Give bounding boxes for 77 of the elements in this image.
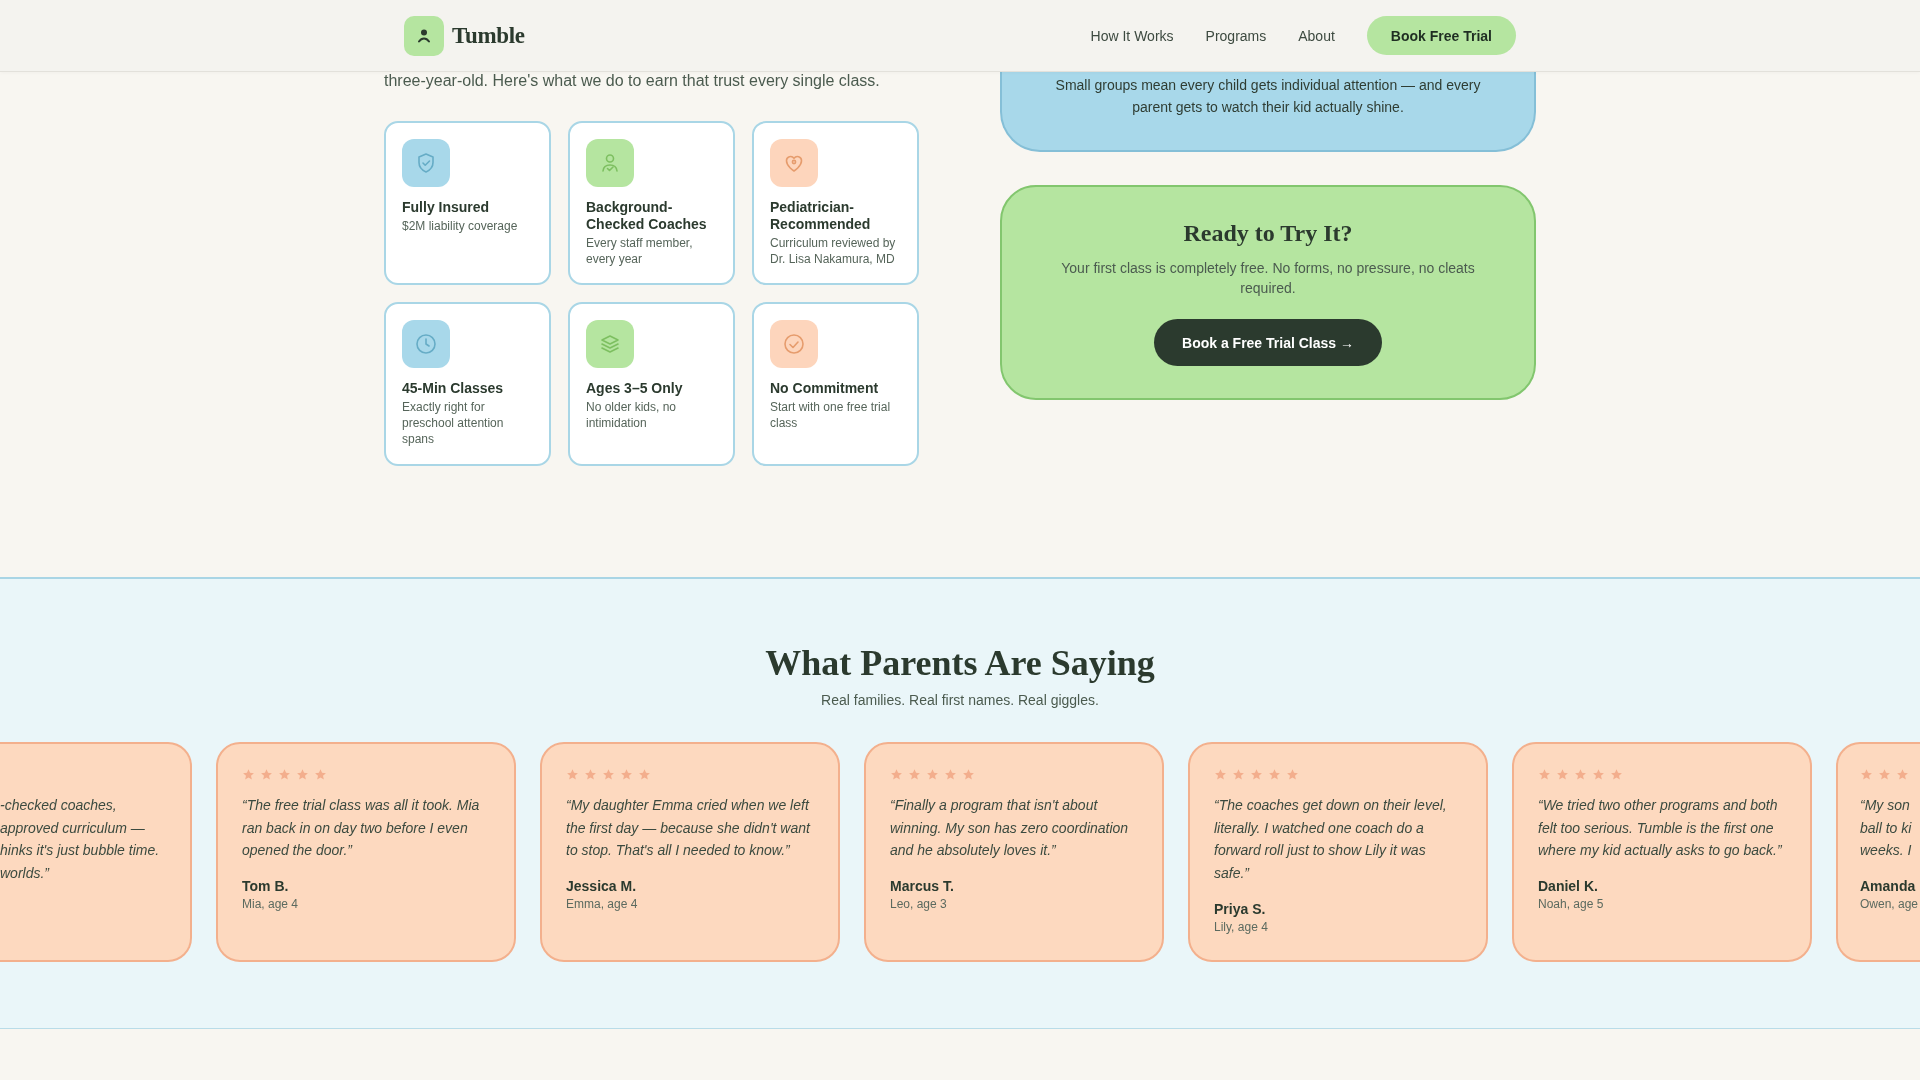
- testimonial-quote: “The coaches get down on their level, literally. I watched one coach do a forward roll just to show Lily it was safe.”: [1214, 796, 1448, 884]
- testimonial-quote: “The free trial class was all it took. Mia ran back in on day two before I even opened the door.”: [242, 796, 481, 861]
- cta-title: Ready to Try It?: [1183, 219, 1353, 248]
- feature-title: Pediatrician-Recommended: [770, 199, 872, 233]
- testimonial-quote: “We tried two other programs and both felt too serious. Tumble is the first one where my kid actually asks to go back.”: [1538, 796, 1783, 861]
- star-icon: [1575, 768, 1586, 780]
- intro-text: three-year-old. Here's what we do to earn that trust every single class.: [384, 72, 880, 90]
- child-info: Mia, age 4: [242, 896, 299, 913]
- cta-text: Your first class is completely free. No forms, no pressure, no cleats required.: [1060, 259, 1476, 298]
- person-icon: [404, 15, 444, 56]
- star-icon: [315, 768, 326, 780]
- child-info: Noah, age 5: [1538, 896, 1604, 913]
- star-icon: [243, 768, 254, 780]
- quote-fragment: hinks it's just bubble time.: [0, 841, 160, 861]
- feature-description: Every staff member, every year: [586, 235, 694, 267]
- nav-link[interactable]: Programs: [1205, 27, 1267, 44]
- nav-link[interactable]: About: [1298, 27, 1335, 44]
- star-icon: [1287, 768, 1298, 780]
- star-icon: [1897, 768, 1908, 780]
- star-icon: [1593, 768, 1604, 780]
- parent-name: Marcus T.: [890, 878, 954, 896]
- quote-fragment: worlds.”: [0, 864, 49, 884]
- quote-fragment: -checked coaches,: [0, 796, 117, 815]
- star-icon: [297, 768, 308, 780]
- feature-description: No older kids, no intimidation: [586, 399, 678, 431]
- parent-name: Priya S.: [1214, 900, 1266, 918]
- star-icon: [1611, 768, 1622, 780]
- star-icon: [1861, 768, 1872, 780]
- book-trial-button[interactable]: Book Free Trial: [1366, 16, 1516, 55]
- nav-link[interactable]: How It Works: [1090, 27, 1174, 44]
- quote-fragment: “My son: [1860, 796, 1910, 815]
- section-subtitle: Real families. Real first names. Real giggles.: [821, 691, 1099, 710]
- section-title: What Parents Are Saying: [765, 642, 1155, 685]
- feature-description: Exactly right for preschool attention spans: [402, 399, 505, 447]
- star-icon: [1269, 768, 1280, 780]
- feature-title: Fully Insured: [402, 199, 491, 216]
- star-icon: [909, 768, 920, 780]
- brand-name: Tumble: [452, 22, 525, 49]
- feature-title: Ages 3–5 Only: [586, 380, 684, 397]
- feature-description: Curriculum reviewed by Dr. Lisa Nakamura, MD: [770, 235, 897, 267]
- parent-name: Jessica M.: [566, 878, 637, 896]
- quote-fragment: ball to ki: [1860, 818, 1912, 838]
- testimonial-quote: “Finally a program that isn't about winning. My son has zero coordination and he absolutely loves it.”: [890, 796, 1130, 861]
- star-icon: [279, 768, 290, 780]
- star-icon: [1251, 768, 1262, 780]
- star-icon: [639, 768, 650, 780]
- child-info: Lily, age 4: [1214, 918, 1268, 935]
- star-icon: [1215, 768, 1226, 780]
- info-text: Small groups mean every child gets individual attention — and every parent gets to watch their kid actually shine.: [1054, 76, 1482, 117]
- testimonial-quote: “My daughter Emma cried when we left the first day — because she didn't want to stop. That's all I needed to know.”: [566, 796, 812, 861]
- star-icon: [1539, 768, 1550, 780]
- star-icon: [603, 768, 614, 780]
- star-icon: [261, 768, 272, 780]
- parent-name: Amanda: [1860, 878, 1916, 896]
- parent-name: Daniel K.: [1538, 878, 1598, 896]
- star-icon: [1879, 768, 1890, 780]
- book-class-button[interactable]: Book a Free Trial Class →: [1154, 319, 1382, 366]
- child-info: Emma, age 4: [566, 896, 638, 913]
- star-icon: [1233, 768, 1244, 780]
- feature-title: Background-Checked Coaches: [586, 199, 708, 233]
- feature-description: $2M liability coverage: [402, 218, 519, 234]
- child-info: Owen, age: [1860, 896, 1919, 913]
- star-icon: [621, 768, 632, 780]
- star-icon: [567, 768, 578, 780]
- feature-title: No Commitment: [770, 380, 880, 397]
- feature-title: 45-Min Classes: [402, 380, 505, 397]
- star-icon: [891, 768, 902, 780]
- star-icon: [963, 768, 974, 780]
- star-icon: [927, 768, 938, 780]
- star-icon: [1557, 768, 1568, 780]
- star-icon: [945, 768, 956, 780]
- feature-description: Start with one free trial class: [770, 399, 892, 431]
- quote-fragment: approved curriculum —: [0, 818, 145, 838]
- child-info: Leo, age 3: [890, 896, 947, 913]
- star-icon: [585, 768, 596, 780]
- quote-fragment: weeks. I: [1860, 841, 1912, 861]
- parent-name: Tom B.: [242, 878, 289, 896]
